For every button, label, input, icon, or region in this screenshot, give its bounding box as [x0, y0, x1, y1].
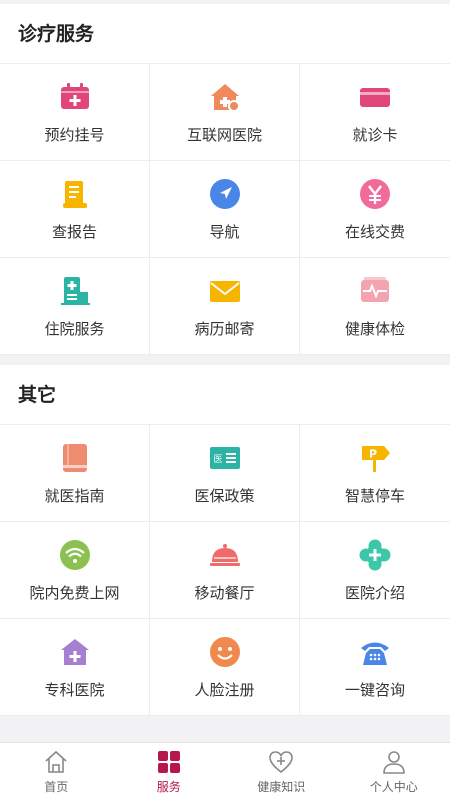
service-hospital-intro[interactable]: 医院介绍 — [300, 522, 450, 619]
service-label: 就诊卡 — [352, 126, 398, 144]
service-label: 移动餐厅 — [194, 584, 255, 602]
service-inpatient[interactable]: 住院服务 — [0, 258, 150, 355]
parking-sign-icon: P — [362, 446, 390, 472]
navigation-icon — [209, 179, 240, 209]
tab-label: 服务 — [156, 779, 181, 794]
service-label: 在线交费 — [344, 223, 405, 241]
service-label: 专科医院 — [44, 681, 105, 699]
health-check-icon — [361, 277, 389, 302]
service-label: 健康体检 — [344, 320, 405, 338]
service-label: 人脸注册 — [194, 681, 255, 699]
tab-services[interactable]: 服务 — [113, 743, 226, 800]
user-icon — [382, 750, 405, 774]
inpatient-building-icon — [60, 277, 90, 305]
home-icon — [45, 750, 67, 773]
bottom-tab-bar: 首页 服务 健康知识 个人中心 — [0, 742, 450, 800]
svg-text:医: 医 — [213, 454, 222, 465]
face-icon — [209, 637, 240, 667]
tab-label: 个人中心 — [369, 779, 418, 794]
service-report[interactable]: 查报告 — [0, 161, 150, 258]
service-health-check[interactable]: 健康体检 — [300, 258, 450, 355]
card-icon — [360, 88, 390, 107]
service-label: 就医指南 — [44, 487, 105, 505]
service-label: 互联网医院 — [186, 126, 262, 144]
telephone-icon — [361, 642, 389, 665]
tab-label: 首页 — [44, 779, 69, 794]
service-insurance-policy[interactable]: 医 医保政策 — [150, 425, 300, 522]
service-mobile-canteen[interactable]: 移动餐厅 — [150, 522, 300, 619]
service-specialist-hospital[interactable]: 专科医院 — [0, 619, 150, 716]
specialist-hospital-icon — [60, 639, 89, 665]
service-navigation[interactable]: 导航 — [150, 161, 300, 258]
yen-coin-icon — [360, 179, 390, 209]
service-one-click-consult[interactable]: 一键咨询 — [300, 619, 450, 716]
service-label: 医院介绍 — [344, 584, 405, 602]
tab-home[interactable]: 首页 — [0, 743, 113, 800]
tab-personal-center[interactable]: 个人中心 — [338, 743, 450, 800]
heart-plus-icon — [269, 750, 294, 773]
service-record-mailing[interactable]: 病历邮寄 — [150, 258, 300, 355]
tab-health-knowledge[interactable]: 健康知识 — [225, 743, 338, 800]
other-grid: 就医指南 医 医保政策 P 智慧停车 院内免费上网 移动餐厅 医院介绍 专科医院… — [0, 425, 450, 716]
section-title: 诊疗服务 — [0, 4, 450, 64]
service-label: 住院服务 — [44, 320, 105, 338]
service-visit-card[interactable]: 就诊卡 — [300, 64, 450, 161]
hospital-house-icon — [210, 84, 240, 112]
calendar-plus-icon — [60, 83, 89, 109]
section-others: 其它 就医指南 医 医保政策 P 智慧停车 院内免费上网 移动餐厅 医院介绍 专… — [0, 365, 450, 716]
service-appointment[interactable]: 预约挂号 — [0, 64, 150, 161]
grid-icon — [157, 750, 180, 773]
service-smart-parking[interactable]: P 智慧停车 — [300, 425, 450, 522]
section-title: 其它 — [0, 365, 450, 425]
service-label: 一键咨询 — [344, 681, 405, 699]
service-internet-hospital[interactable]: 互联网医院 — [150, 64, 300, 161]
service-label: 预约挂号 — [44, 126, 105, 144]
service-online-payment[interactable]: 在线交费 — [300, 161, 450, 258]
service-medical-guide[interactable]: 就医指南 — [0, 425, 150, 522]
service-label: 查报告 — [51, 223, 97, 241]
svg-text:P: P — [369, 448, 377, 461]
report-icon — [62, 181, 87, 208]
section-clinical-services: 诊疗服务 预约挂号 互联网医院 就诊卡 查报告 导航 在线交费 住院服务 病历邮… — [0, 4, 450, 355]
service-face-registration[interactable]: 人脸注册 — [150, 619, 300, 716]
service-label: 医保政策 — [194, 487, 255, 505]
service-label: 院内免费上网 — [29, 584, 120, 602]
service-label: 导航 — [209, 223, 240, 241]
food-cloche-icon — [209, 544, 240, 566]
service-label: 智慧停车 — [344, 487, 405, 505]
mail-envelope-icon — [209, 281, 240, 302]
medical-cross-icon — [359, 539, 391, 571]
wifi-icon — [59, 540, 90, 570]
service-grid: 预约挂号 互联网医院 就诊卡 查报告 导航 在线交费 住院服务 病历邮寄 健康体… — [0, 64, 450, 355]
service-free-wifi[interactable]: 院内免费上网 — [0, 522, 150, 619]
service-label: 病历邮寄 — [194, 320, 255, 338]
guide-book-icon — [62, 444, 87, 472]
tab-label: 健康知识 — [257, 779, 306, 794]
insurance-card-icon: 医 — [209, 447, 240, 469]
